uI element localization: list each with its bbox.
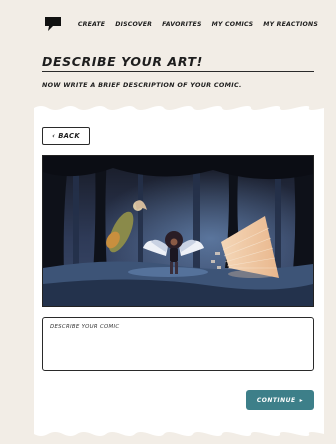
describe-comic-input[interactable] <box>42 317 314 371</box>
comic-artwork <box>42 155 314 307</box>
nav-favorites[interactable]: FAVORITES <box>162 21 202 28</box>
play-triangle-icon: ▸ <box>299 396 304 404</box>
continue-button-label: CONTINUE <box>256 396 296 404</box>
continue-button[interactable]: CONTINUE ▸ <box>246 390 314 410</box>
torn-edge-top <box>34 106 324 112</box>
title-divider <box>42 71 314 72</box>
nav-create[interactable]: CREATE <box>78 21 105 28</box>
nav-discover[interactable]: DISCOVER <box>115 21 152 28</box>
torn-edge-bottom <box>34 430 324 436</box>
top-nav: CREATE DISCOVER FAVORITES MY COMICS MY R… <box>78 21 318 28</box>
chevron-left-icon: ‹ <box>52 132 56 140</box>
back-button[interactable]: ‹ BACK <box>42 127 90 145</box>
nav-my-reactions[interactable]: MY REACTIONS <box>263 21 318 28</box>
page-subtitle: NOW WRITE A BRIEF DESCRIPTION OF YOUR CO… <box>42 81 242 89</box>
nav-my-comics[interactable]: MY COMICS <box>212 21 254 28</box>
back-button-label: BACK <box>58 132 80 140</box>
page-title: DESCRIBE YOUR ART! <box>42 54 203 69</box>
speech-bubble-logo-icon[interactable] <box>44 16 62 32</box>
